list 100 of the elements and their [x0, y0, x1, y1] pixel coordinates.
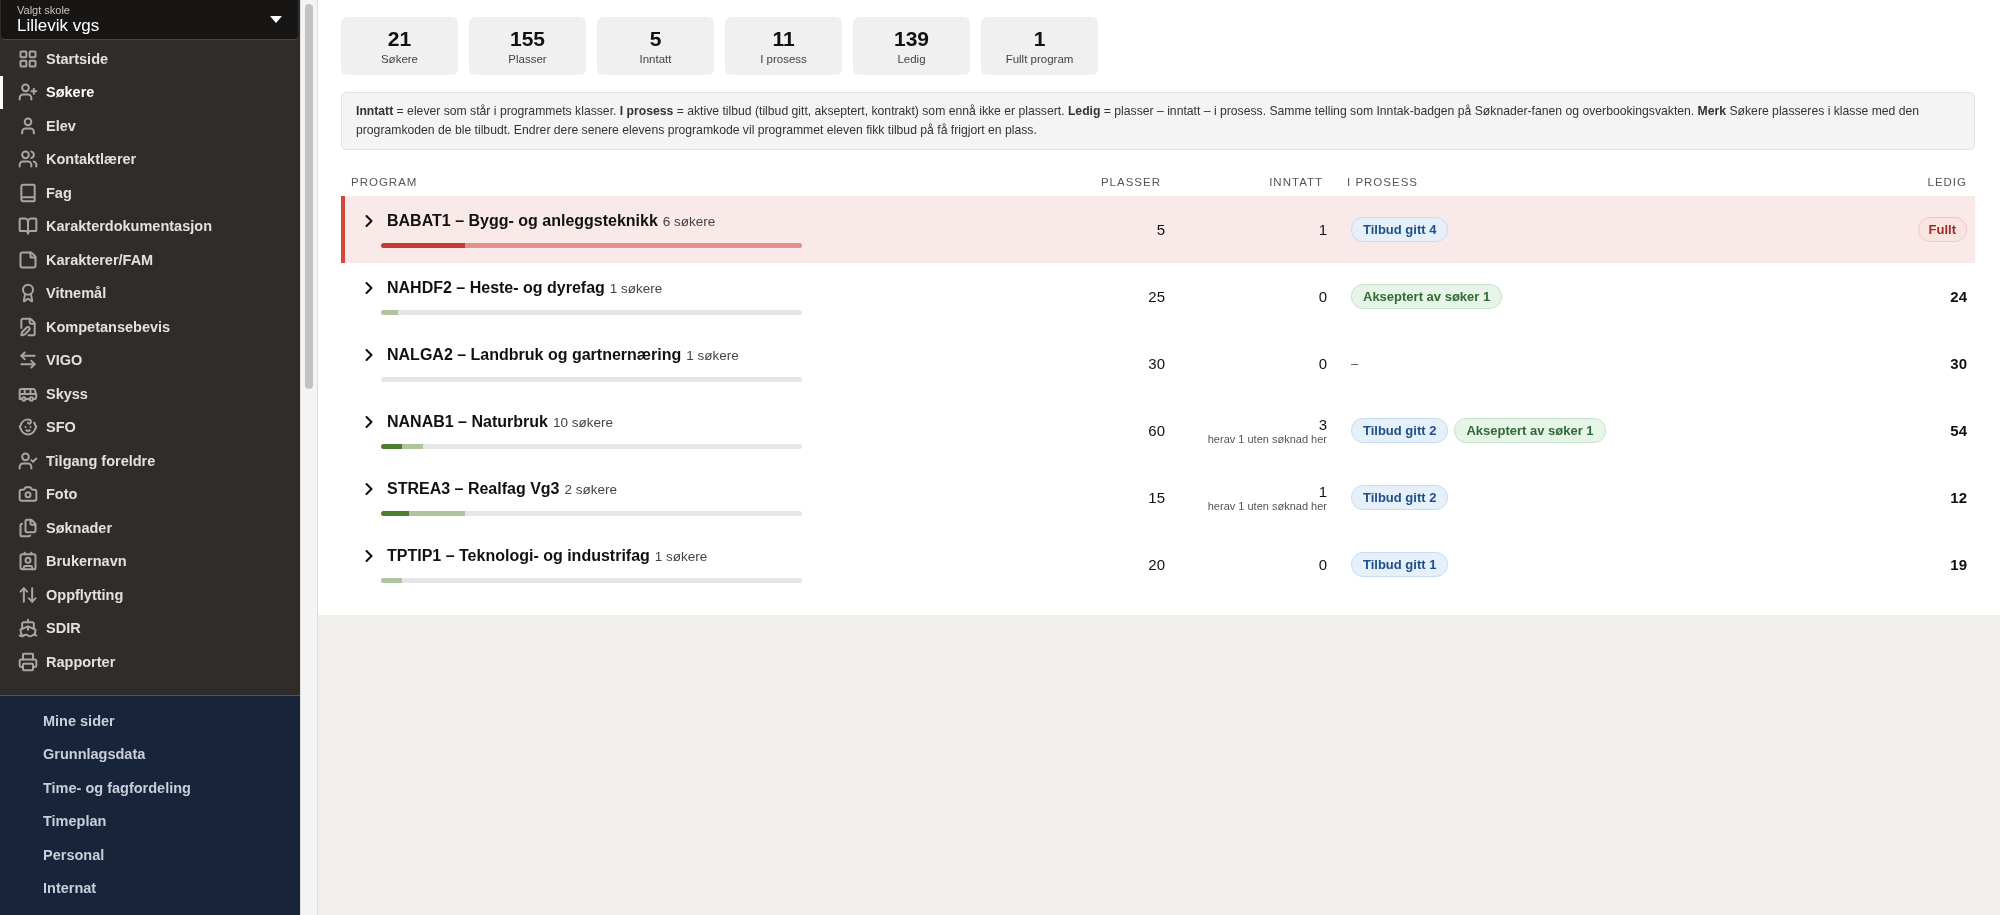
table-cell: 0 — [1318, 355, 1327, 372]
program-row[interactable]: TPTIP1 – Teknologi- og industrifag 1 søkere 20 0 Tilbud gitt 1 19 — [341, 531, 1975, 598]
school-select[interactable]: Valgt skole Lillevik vgs — [1, 0, 298, 40]
note-icon — [18, 249, 38, 270]
nav-label: Karakterer/FAM — [46, 251, 154, 268]
status-badge: Tilbud gitt 4 — [1351, 217, 1449, 242]
nav-item[interactable]: SFO — [0, 410, 300, 444]
nav-item[interactable]: Karakterer/FAM — [0, 243, 300, 277]
book-icon — [18, 182, 38, 203]
table-cell: – — [1351, 356, 1359, 371]
nav-link[interactable]: Internat — [0, 871, 300, 905]
cell-note: herav 1 uten søknad her — [1207, 433, 1327, 445]
program-name: BABAT1 – Bygg- og anleggsteknikk 6 søkere — [387, 212, 716, 230]
stat-label: Fullt program — [1005, 53, 1074, 65]
nav-label: Oppflytting — [46, 586, 124, 603]
nav-label: VIGO — [46, 352, 83, 369]
stat-value: 155 — [509, 27, 545, 51]
table-cell: 30 — [1950, 355, 1967, 372]
status-badge: Tilbud gitt 2 — [1351, 418, 1449, 443]
stat-label: I prosess — [760, 53, 807, 65]
stat-value: 5 — [649, 27, 662, 51]
nav-link[interactable]: Time- og fagfordeling — [0, 771, 300, 805]
program-name: NAHDF2 – Heste- og dyrefag 1 søkere — [387, 279, 663, 297]
nav-item[interactable]: Søknader — [0, 511, 300, 545]
table-cell: 1 — [1318, 221, 1327, 238]
program-row[interactable]: STREA3 – Realfag Vg3 2 søkere 15 1 herav 1 uten søknad her Tilbud gitt 2 12 — [341, 464, 1975, 531]
nav-item[interactable]: Foto — [0, 477, 300, 511]
table-cell-text: 25 — [1147, 288, 1165, 305]
user-plus-icon — [18, 82, 38, 103]
arrows-icon — [18, 350, 38, 371]
nav-item[interactable]: Brukernavn — [0, 544, 300, 578]
nav-label: SFO — [46, 419, 76, 436]
nav-label: Brukernavn — [46, 553, 127, 570]
nav-label: Kompetansebevis — [46, 318, 171, 335]
stat-label: Inntatt — [639, 53, 672, 65]
program-row[interactable]: NALGA2 – Landbruk og gartnernæring 1 søkere 30 0 – 30 — [341, 330, 1975, 397]
nav-label: Karakterdokumentasjon — [46, 218, 212, 235]
stat-value: 11 — [772, 27, 795, 51]
column-header: PLASSER — [1099, 176, 1161, 188]
nav-link[interactable]: Personal — [0, 838, 300, 872]
nav-item[interactable]: Oppflytting — [0, 578, 300, 612]
table-cell: 0 — [1318, 556, 1327, 573]
nav-link[interactable]: Timeplan — [0, 804, 300, 838]
nav-label: Elev — [46, 117, 76, 134]
status-badge: Fullt — [1917, 217, 1967, 242]
camera-icon — [18, 484, 38, 505]
nav-label: Rapporter — [46, 653, 116, 670]
program-name: NANAB1 – Naturbruk 10 søkere — [387, 413, 613, 431]
nav-label: Søkere — [46, 84, 95, 101]
program-row[interactable]: NAHDF2 – Heste- og dyrefag 1 søkere 25 0 Akseptert av søker 1 24 — [341, 263, 1975, 330]
table-cell: 54 — [1950, 422, 1967, 439]
nav-item[interactable]: VIGO — [0, 343, 300, 377]
nav-item[interactable]: Skyss — [0, 377, 300, 411]
files-icon — [18, 517, 38, 538]
nav-item[interactable]: Fag — [0, 176, 300, 210]
table-cell: 12 — [1950, 489, 1967, 506]
nav-item[interactable]: Tilgang foreldre — [0, 444, 300, 478]
table-cell: 24 — [1950, 288, 1967, 305]
stat-label: Plasser — [508, 53, 547, 65]
status-badge: Akseptert av søker 1 — [1351, 284, 1503, 309]
nav-item[interactable]: Rapporter — [0, 645, 300, 679]
nav-item[interactable]: Elev — [0, 109, 300, 143]
select-value: Lillevik vgs — [17, 15, 100, 36]
table-cell-text: 15 — [1147, 489, 1165, 506]
nav-item[interactable]: Kompetansebevis — [0, 310, 300, 344]
table-cell: 3 — [1318, 416, 1327, 433]
program-row[interactable]: BABAT1 – Bygg- og anleggsteknikk 6 søkere 5 1 Tilbud gitt 4 Fullt — [341, 196, 1975, 263]
program-row[interactable]: NANAB1 – Naturbruk 10 søkere 60 3 herav 1 uten søknad her Tilbud gitt 2 Akseptert av søker 1 54 — [341, 397, 1975, 464]
column-header: LEDIG — [1926, 176, 1968, 188]
nav-label: Kontaktlærer — [46, 151, 137, 168]
nav-item[interactable]: SDIR — [0, 611, 300, 645]
table-cell: 0 — [1318, 288, 1327, 305]
nav-item[interactable]: Karakterdokumentasjon — [0, 209, 300, 243]
status-badge: Akseptert av søker 1 — [1454, 418, 1606, 443]
user-check-icon — [18, 450, 38, 471]
caret-icon — [270, 15, 282, 24]
nav-item[interactable]: Søkere — [0, 75, 300, 109]
stat-label: Søkere — [380, 53, 419, 65]
table-cell: 1 — [1318, 483, 1327, 500]
stat-label: Ledig — [897, 53, 926, 65]
nav-label: Startside — [46, 50, 109, 67]
cell-note: herav 1 uten søknad her — [1207, 500, 1327, 512]
printer-icon — [18, 651, 38, 672]
table-cell: 19 — [1950, 556, 1967, 573]
program-name: NALGA2 – Landbruk og gartnernæring 1 søkere — [387, 346, 739, 364]
nav-item[interactable]: Kontaktlærer — [0, 142, 300, 176]
status-badge: Tilbud gitt 1 — [1351, 552, 1449, 577]
table-cell-text: 30 — [1147, 355, 1165, 372]
up-down-icon — [18, 584, 38, 605]
nav-item[interactable]: Startside — [0, 42, 300, 76]
nav-label: Vitnemål — [46, 285, 107, 302]
column-header: PROGRAM — [350, 176, 419, 188]
table-cell-text: 20 — [1147, 556, 1165, 573]
child-icon — [18, 417, 38, 438]
nav-label: SDIR — [46, 620, 81, 637]
nav-label: Skyss — [46, 385, 88, 402]
nav-link[interactable]: Mine sider — [0, 704, 300, 738]
nav-label: Foto — [46, 486, 78, 503]
nav-link[interactable]: Grunnlagsdata — [0, 737, 300, 771]
nav-item[interactable]: Vitnemål — [0, 276, 300, 310]
